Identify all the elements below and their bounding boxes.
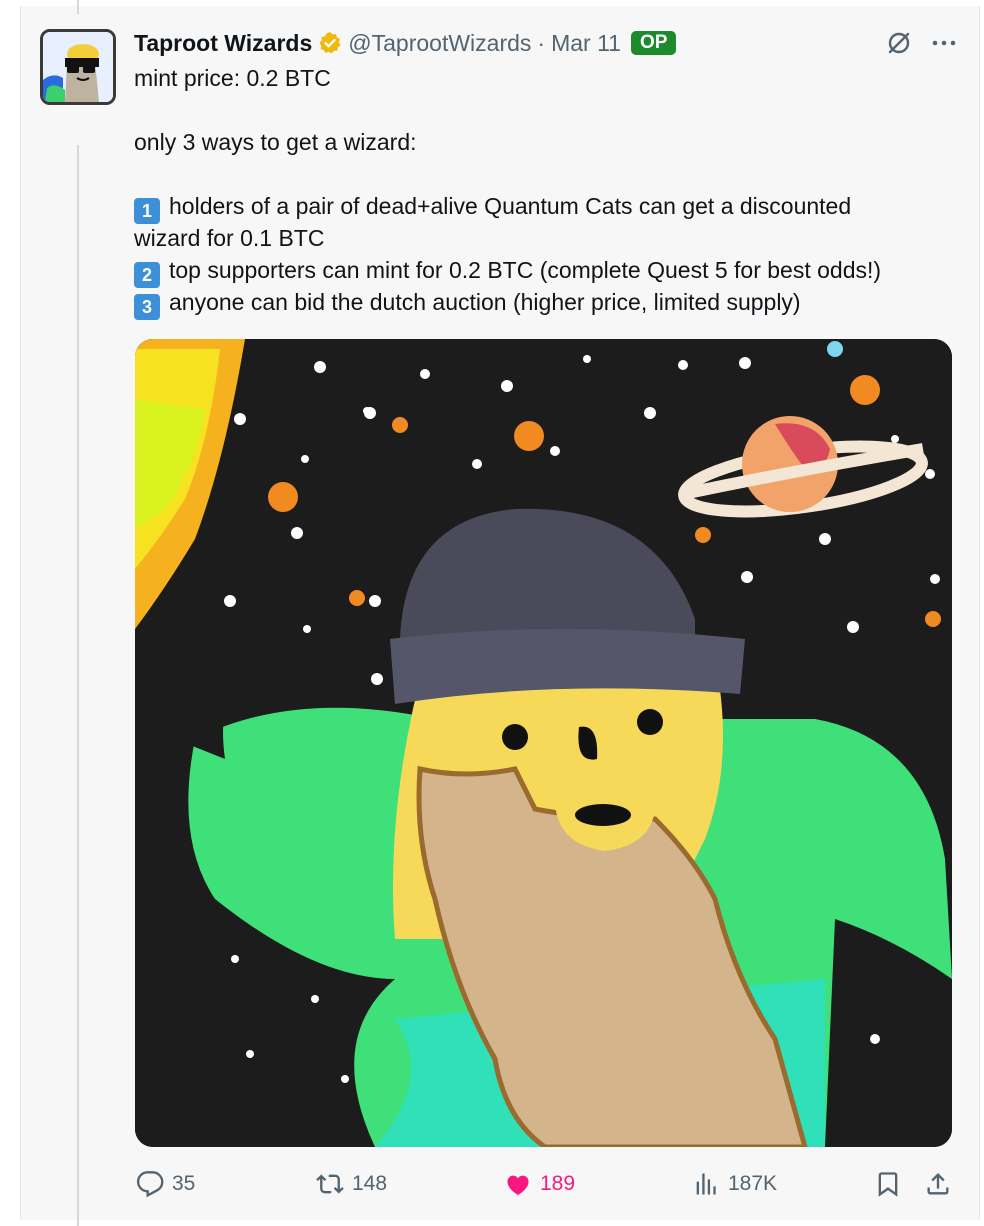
tweet-list-item-2: 2 top supporters can mint for 0.2 BTC (co…	[134, 254, 881, 288]
display-name[interactable]: Taproot Wizards	[134, 30, 312, 57]
handle[interactable]: @TaprootWizards	[348, 30, 531, 57]
repost-icon	[316, 1170, 344, 1198]
tweet-media-image[interactable]	[135, 339, 952, 1147]
tweet-action-bar: 35 148 189 187K	[134, 1164, 954, 1204]
views-icon	[692, 1170, 720, 1198]
tweet-header: Taproot Wizards @TaprootWizards · Mar 11…	[134, 26, 677, 60]
tweet-text-line: mint price: 0.2 BTC	[134, 65, 331, 91]
share-icon	[924, 1170, 952, 1198]
timestamp[interactable]: Mar 11	[551, 30, 621, 57]
keycap-number-icon: 1	[134, 198, 160, 224]
more-icon[interactable]	[932, 39, 956, 47]
like-count: 189	[540, 1172, 576, 1195]
heart-icon	[504, 1170, 532, 1198]
tweet-text-line: holders of a pair of dead+alive Quantum …	[169, 193, 852, 219]
tweet-text-line: anyone can bid the dutch auction (higher…	[169, 289, 801, 315]
bookmark-icon	[874, 1170, 902, 1198]
avatar[interactable]	[40, 29, 116, 105]
verified-badge-icon	[318, 31, 342, 55]
tweet-list-item-1: 1 holders of a pair of dead+alive Quantum…	[134, 190, 851, 224]
share-button[interactable]	[924, 1164, 952, 1204]
separator: ·	[537, 29, 546, 56]
views-button[interactable]: 187K	[692, 1164, 777, 1204]
tweet-text-line: only 3 ways to get a wizard:	[134, 129, 417, 155]
like-button[interactable]: 189	[504, 1164, 575, 1204]
tweet-text-line: wizard for 0.1 BTC	[134, 225, 325, 251]
grok-icon[interactable]	[886, 30, 912, 56]
reply-icon	[136, 1170, 164, 1198]
reply-count: 35	[172, 1172, 196, 1195]
op-badge: OP	[630, 31, 677, 55]
thread-line-top	[77, 0, 79, 14]
thread-line	[77, 145, 79, 1226]
header-actions	[886, 30, 956, 56]
tweet-list-item-3: 3 anyone can bid the dutch auction (highe…	[134, 286, 801, 320]
views-count: 187K	[728, 1172, 778, 1195]
tweet-text-line: top supporters can mint for 0.2 BTC (com…	[169, 257, 882, 283]
bookmark-button[interactable]	[874, 1164, 902, 1204]
repost-button[interactable]: 148	[316, 1164, 387, 1204]
keycap-number-icon: 2	[134, 262, 160, 288]
reply-button[interactable]: 35	[136, 1164, 195, 1204]
repost-count: 148	[352, 1172, 388, 1195]
keycap-number-icon: 3	[134, 294, 160, 320]
